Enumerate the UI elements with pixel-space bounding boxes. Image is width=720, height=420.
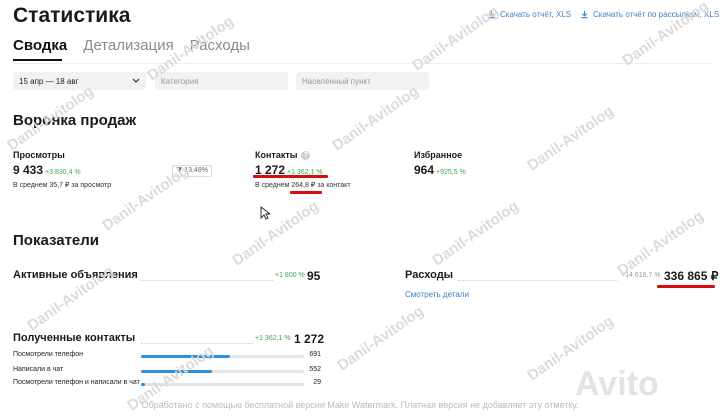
contacts-label-text: Контакты — [255, 150, 298, 160]
contacts-label: Контакты? — [255, 150, 311, 161]
date-range-select[interactable]: 15 апр — 18 авг — [13, 72, 146, 90]
city-input[interactable]: Населённый пункт — [296, 72, 429, 90]
funnel-arrow-icon: ⧩ — [176, 167, 183, 174]
breakdown-row-value: 29 — [313, 379, 321, 386]
download-report-link[interactable]: Скачать отчёт, XLS — [487, 10, 571, 19]
category-input[interactable]: Категория — [155, 72, 288, 90]
watermark-footer: Обработано с помощью бесплатной версии M… — [141, 400, 579, 410]
highlight-underline — [657, 285, 715, 288]
divider — [13, 63, 713, 64]
favorites-label: Избранное — [414, 150, 463, 160]
watermark: Danil-Avitolog — [229, 197, 322, 270]
views-label: Просмотры — [13, 150, 65, 160]
expenses-details-link[interactable]: Смотреть детали — [405, 290, 469, 299]
expenses-value: 336 865 ₽ — [664, 269, 719, 283]
tab-details[interactable]: Детализация — [83, 37, 174, 54]
received-contacts-value: 1 272 — [294, 332, 325, 346]
expenses-delta: +14 616,7 % — [621, 272, 661, 279]
active-ads-label: Активные объявления — [13, 269, 138, 281]
received-contacts-delta: +1 362,1 % — [255, 335, 291, 342]
favorites-delta: +925,5 % — [436, 169, 466, 176]
indicators-heading: Показатели — [13, 232, 100, 249]
highlight-underline — [253, 175, 328, 178]
download-icon — [581, 10, 588, 19]
conversion-badge: ⧩ 13,48% — [172, 165, 212, 177]
views-delta: +3 830,4 % — [45, 169, 81, 176]
favorites-value: 964 +925,5 % — [414, 163, 466, 177]
avito-logo: Avito — [575, 365, 659, 403]
received-contacts-label: Полученные контакты — [13, 332, 136, 344]
watermark: Danil-Avitolog — [429, 197, 522, 270]
page-title: Статистика — [13, 4, 131, 27]
breakdown-bar-track — [141, 370, 304, 373]
category-placeholder: Категория — [161, 76, 199, 86]
breakdown-bar-fill — [141, 355, 230, 358]
download-mailing-report-link[interactable]: Скачать отчёт по рассылкам, XLS — [580, 10, 719, 19]
breakdown-row-label: Написали в чат — [13, 366, 64, 373]
active-ads-delta: +1 800 % — [275, 272, 305, 279]
breakdown-row-label: Посмотрели телефон — [13, 351, 83, 358]
funnel-heading: Воронка продаж — [13, 112, 137, 129]
tab-expenses[interactable]: Расходы — [190, 37, 250, 54]
breakdown-bar-track — [141, 355, 304, 358]
dotted-leader — [140, 280, 273, 281]
watermark: Danil-Avitolog — [329, 82, 422, 155]
active-tab-indicator — [13, 59, 62, 61]
views-number: 9 433 — [13, 163, 44, 177]
download-mailing-report-label: Скачать отчёт по рассылкам, XLS — [593, 10, 720, 19]
conversion-value: 13,48% — [184, 167, 208, 174]
breakdown-row-label: Посмотрели телефон и написали в чат — [13, 379, 140, 386]
dotted-leader — [458, 280, 618, 281]
tab-summary[interactable]: Сводка — [13, 37, 67, 54]
contacts-average: В среднем 264,8 ₽ за контакт — [255, 182, 351, 189]
mouse-cursor-icon — [260, 206, 270, 220]
breakdown-row-value: 552 — [309, 366, 321, 373]
watermark: Danil-Avitolog — [334, 302, 427, 375]
watermark: Danil-Avitolog — [524, 102, 617, 175]
expenses-label: Расходы — [405, 269, 454, 281]
help-icon[interactable]: ? — [301, 151, 311, 161]
download-icon — [488, 10, 495, 19]
breakdown-bar-fill — [141, 370, 212, 373]
tab-bar: Сводка Детализация Расходы — [13, 37, 250, 54]
breakdown-bar-track — [141, 383, 304, 386]
download-report-label: Скачать отчёт, XLS — [500, 10, 572, 19]
date-range-value: 15 апр — 18 авг — [19, 76, 79, 86]
city-placeholder: Населённый пункт — [302, 76, 371, 86]
favorites-number: 964 — [414, 163, 435, 177]
breakdown-row-value: 691 — [309, 351, 321, 358]
breakdown-bar-fill — [141, 383, 145, 386]
active-ads-value: 95 — [307, 269, 321, 283]
dotted-leader — [141, 343, 253, 344]
views-average: В среднем 35,7 ₽ за просмотр — [13, 182, 112, 189]
views-value: 9 433 +3 830,4 % — [13, 163, 81, 177]
chevron-down-icon — [132, 78, 140, 83]
highlight-underline — [290, 191, 322, 194]
